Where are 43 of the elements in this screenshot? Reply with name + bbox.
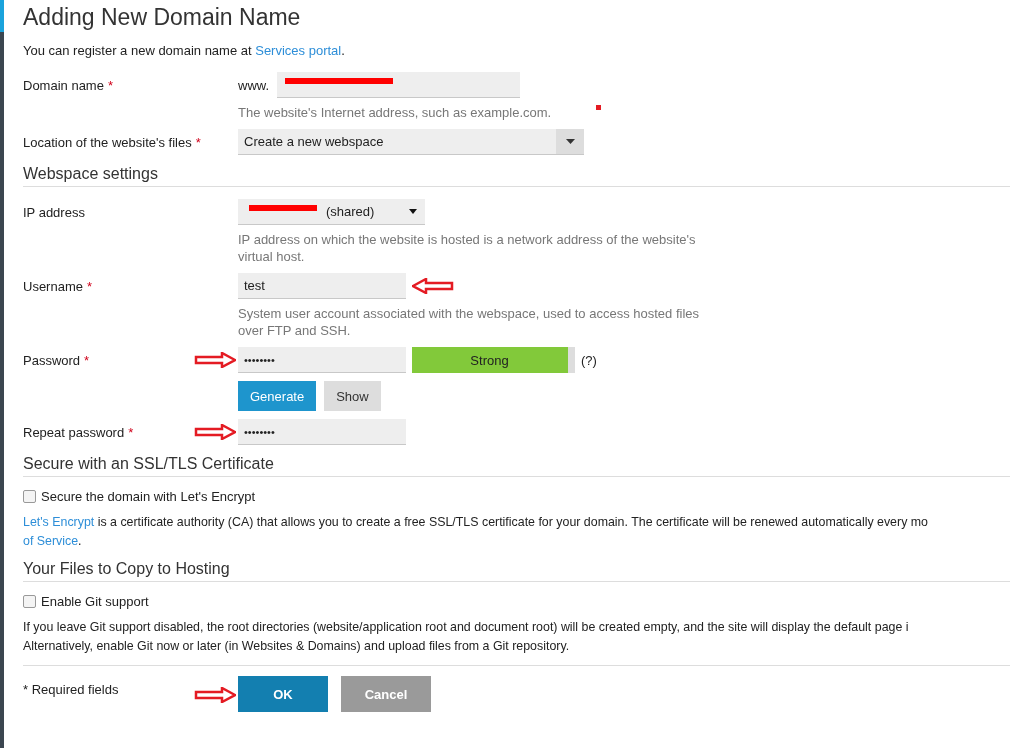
required-fields-note: * Required fields	[23, 681, 120, 699]
section-heading: Secure with an SSL/TLS Certificate	[23, 455, 1010, 477]
ok-button[interactable]: OK	[238, 676, 328, 712]
required-mark: *	[86, 279, 93, 294]
caret-icon	[565, 139, 575, 144]
intro-text: You can register a new domain name at Services portal.	[23, 43, 346, 58]
section-heading: Webspace settings	[23, 165, 1010, 187]
domain-input[interactable]	[277, 72, 521, 98]
username-input[interactable]: test	[238, 273, 406, 299]
field-label: Repeat password	[23, 425, 125, 440]
page-title: Adding New Domain Name	[23, 4, 302, 31]
field-label: Domain name	[23, 78, 104, 93]
required-mark: *	[128, 425, 134, 440]
required-mark: *	[84, 353, 90, 368]
field-hint: System user account associated with the webspace, used to access hosted files over FTP and SSH.	[238, 305, 701, 339]
field-label: Password	[23, 353, 81, 368]
field-label: Location of the website's files	[23, 135, 192, 150]
help-link[interactable]: (?)	[581, 352, 597, 368]
domain-prefix: www.	[238, 77, 270, 93]
section-heading: Your Files to Copy to Hosting	[23, 560, 1010, 582]
caret-icon	[409, 209, 417, 214]
text-link[interactable]: of Service	[23, 534, 79, 548]
field-label: Username	[23, 279, 83, 294]
required-mark: *	[107, 78, 113, 93]
field-label: IP address	[23, 205, 85, 220]
checkbox[interactable]	[23, 595, 36, 608]
description-text: If you leave Git support disabled, the root directories (website/application root and document root) will be created empty, and the site will display the default page i	[23, 619, 910, 636]
description-text: of Service.	[23, 533, 83, 550]
password-input[interactable]: ••••••••	[238, 347, 406, 373]
repeat-password-input[interactable]: ••••••••	[238, 419, 406, 445]
show-button[interactable]: Show	[324, 381, 381, 411]
field-hint: The website's Internet address, such as example.com.	[238, 104, 552, 121]
description-text: Alternatively, enable Git now or later (in Websites & Domains) and upload files from a Git repository.	[23, 638, 571, 655]
text-link[interactable]: Let's Encrypt	[23, 515, 95, 529]
location-select[interactable]: Create a new webspace	[238, 129, 584, 155]
ip-select[interactable]: (shared)	[238, 199, 425, 225]
checkbox-label: Secure the domain with Let's Encrypt	[41, 489, 256, 504]
required-mark: *	[195, 135, 201, 150]
checkbox[interactable]	[23, 490, 36, 503]
description-text: Let's Encrypt is a certificate authority (CA) that allows you to create a free SSL/TLS certificate for your domain. The certificate will be renewed automatically every mo	[23, 514, 929, 531]
strength-label: Strong	[469, 353, 510, 368]
field-hint: IP address on which the website is hosted is a network address of the website's virtual host.	[238, 231, 697, 265]
checkbox-label: Enable Git support	[41, 594, 149, 609]
